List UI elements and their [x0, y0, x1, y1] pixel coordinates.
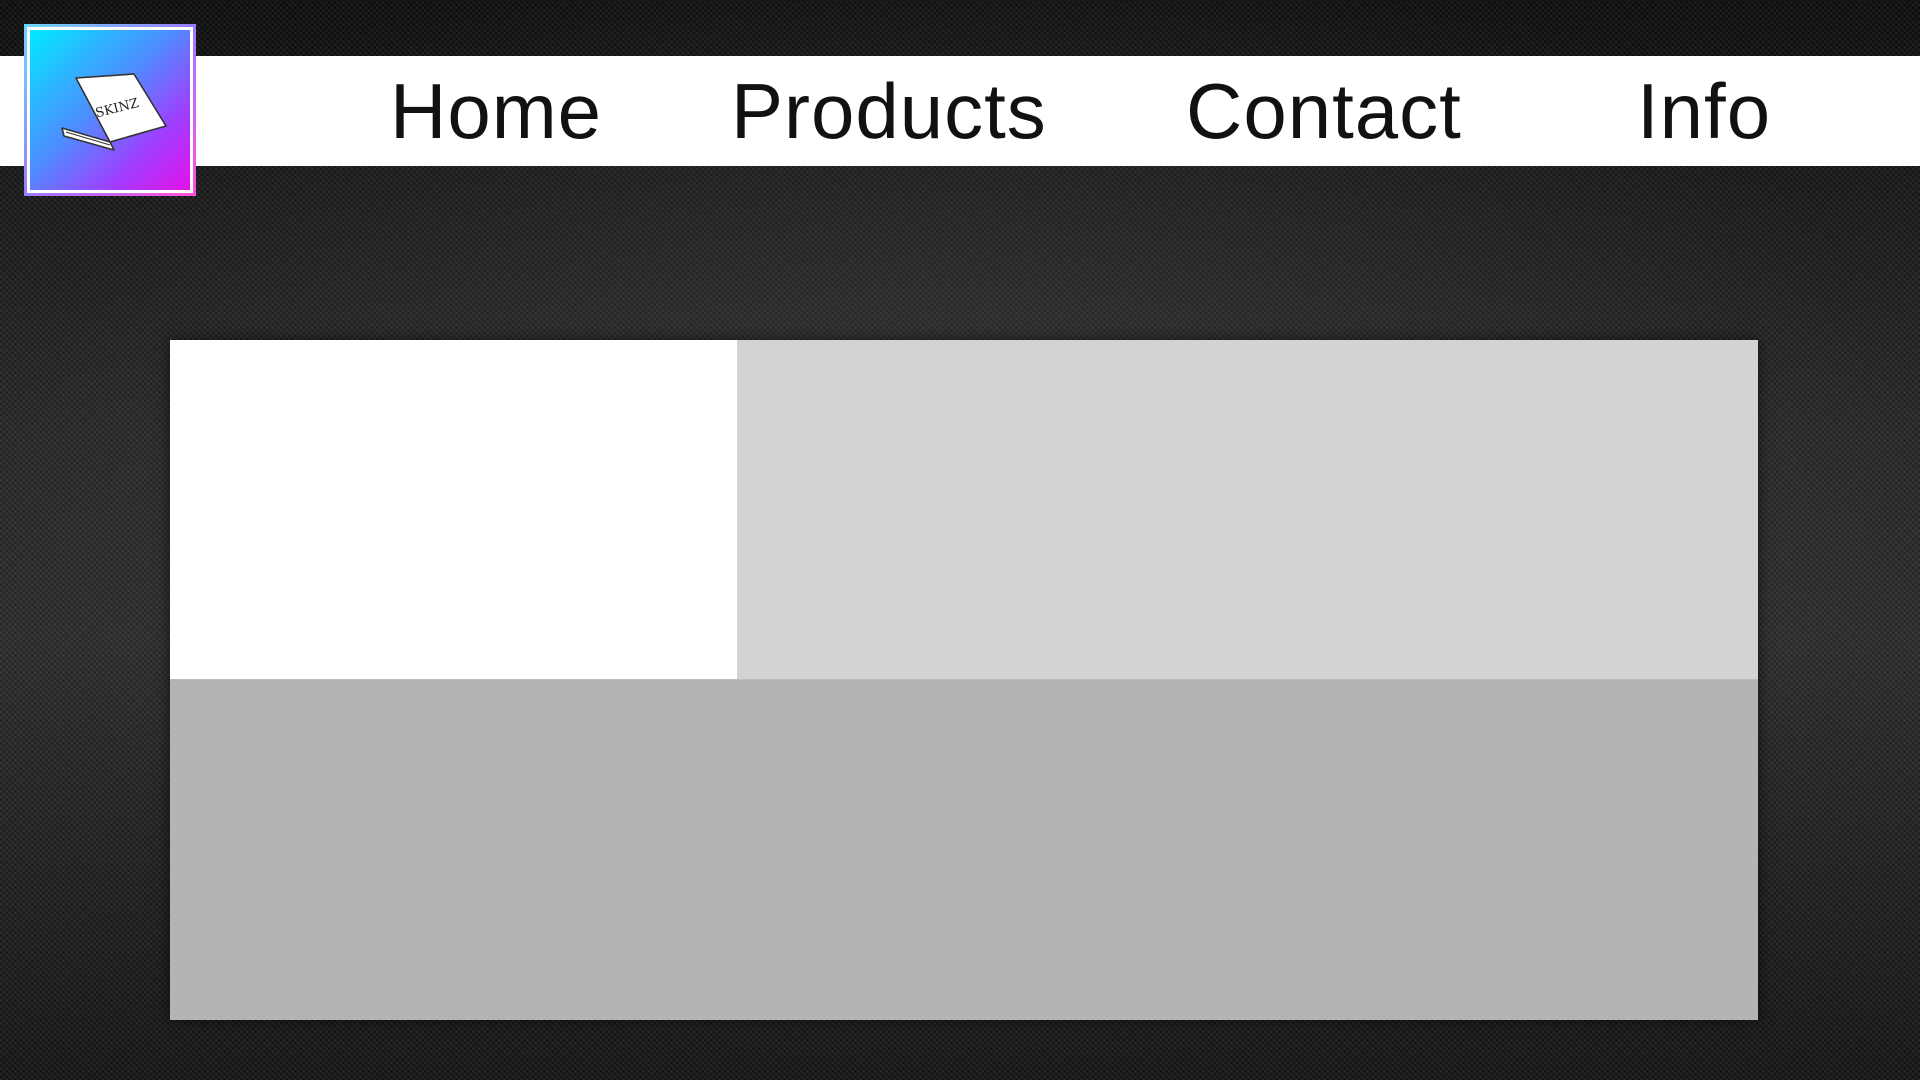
content-panel	[170, 340, 1758, 1020]
content-block-bottom	[170, 680, 1758, 1020]
nav-link-home[interactable]: Home	[390, 56, 602, 166]
top-navigation-bar: Home Products Contact Info	[0, 56, 1920, 166]
content-block-top-right	[737, 340, 1758, 680]
nav-link-products[interactable]: Products	[731, 56, 1047, 166]
logo-badge: SKINZ	[27, 27, 193, 193]
laptop-icon: SKINZ	[61, 73, 167, 151]
nav-menu: Home Products Contact Info	[0, 56, 1920, 166]
content-block-top-left	[170, 340, 737, 680]
nav-link-info[interactable]: Info	[1637, 56, 1771, 166]
nav-link-contact[interactable]: Contact	[1186, 56, 1462, 166]
brand-logo[interactable]: SKINZ	[24, 24, 196, 196]
